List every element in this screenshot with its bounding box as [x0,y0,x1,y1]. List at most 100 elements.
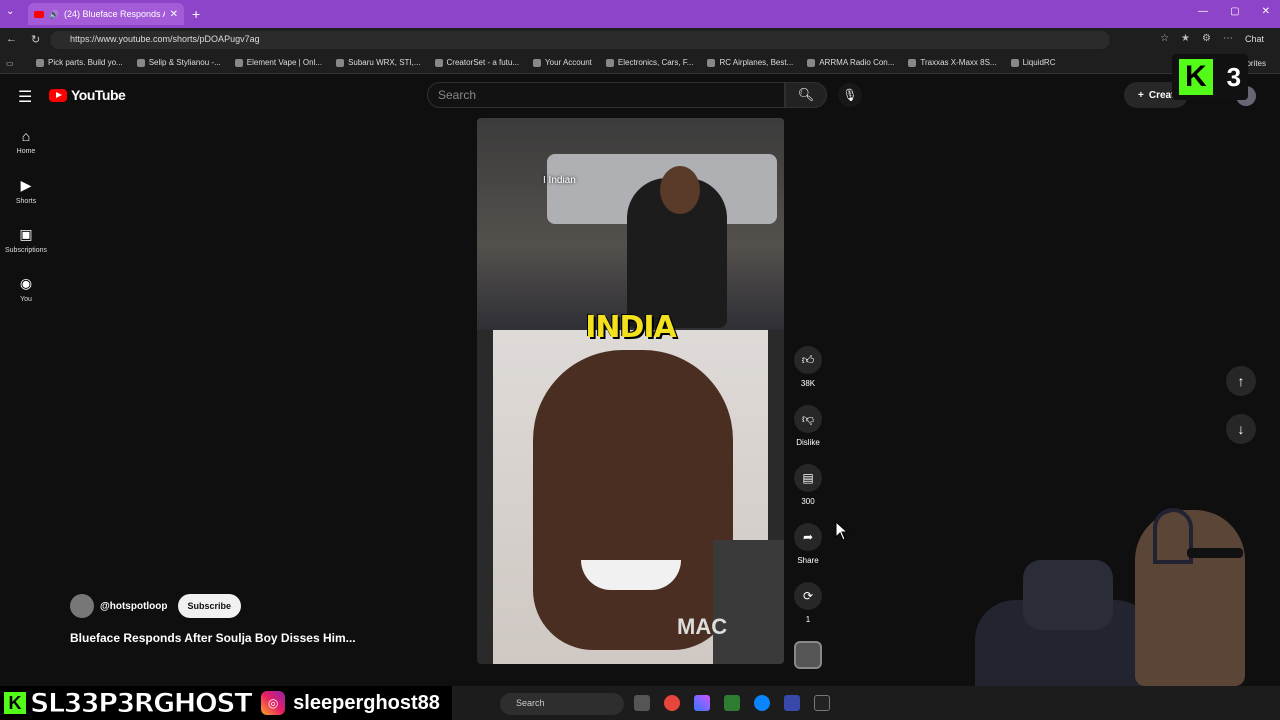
sidebar-item-label: You [20,296,32,303]
channel-name[interactable]: @hotspotloop [100,601,168,612]
search-input[interactable] [427,82,785,108]
bookmark-icon [434,58,443,67]
tab-close-icon[interactable]: ✕ [170,9,178,20]
bookmarks-bar: Pick parts. Build yo... Selip & Styliano… [0,52,1280,74]
instagram-handle: sleeperghost88 [293,691,440,714]
task-view-icon[interactable] [634,695,650,711]
back-icon[interactable]: ← [6,33,17,46]
remix-icon: ⟳ [802,589,814,603]
youtube-logo[interactable]: YouTube [49,87,126,103]
voice-search-button[interactable]: 🎙︎ [838,83,862,107]
window-controls: — ▢ ✕ [1198,6,1270,17]
bookmarks-sidebar-icon[interactable]: ▭ [6,59,14,68]
bookmark-label: Element Vape | Onl... [246,58,323,67]
share-button[interactable]: ➦ [794,523,822,551]
game-app-icon[interactable] [814,695,830,711]
app-icon[interactable] [784,695,800,711]
bookmark-item[interactable]: Electronics, Cars, F... [605,58,693,67]
sidebar-item-label: Subscriptions [4,247,48,254]
minimize-icon[interactable]: — [1198,6,1208,17]
bookmark-icon [707,58,716,67]
address-bar-row: ← ↻ https://www.youtube.com/shorts/pDOAP… [0,28,1280,52]
bookmark-label: CreatorSet - a futu... [446,58,520,67]
taskbar-search-label: Search [516,698,545,708]
copilot-chat-button[interactable]: Chat [1245,34,1264,44]
sound-thumbnail[interactable] [794,641,822,669]
you-icon: ◉ [19,275,33,291]
bookmark-item[interactable]: Your Account [533,58,592,67]
favorites-icon[interactable]: ★ [1181,33,1190,44]
create-label: Creat [1148,89,1175,101]
share-action: ➦ Share [792,523,824,582]
arrow-down-icon: ↓ [1237,421,1245,437]
copilot-icon[interactable] [694,695,710,711]
comment-icon: ▤ [802,471,814,485]
tab-actions-menu-icon[interactable]: ⌄ [6,6,14,17]
short-actions: 👍︎ 38K 👎︎ Dislike ▤ 300 ➦ Share ⟳ 1 [792,346,824,700]
video-person-head [660,166,700,214]
tab-audio-icon[interactable]: 🔊 [49,10,59,19]
like-button[interactable]: 👍︎ [794,346,822,374]
video-caption: I Indian [543,175,576,186]
comments-button[interactable]: ▤ [794,464,822,492]
store-icon[interactable] [724,695,740,711]
other-favorites-label[interactable]: orites [1246,59,1266,68]
bookmark-label: Your Account [545,58,592,67]
edge-icon[interactable] [754,695,770,711]
bookmark-item[interactable]: Element Vape | Onl... [234,58,323,67]
maximize-icon[interactable]: ▢ [1230,6,1239,17]
favorite-star-icon[interactable]: ☆ [1160,33,1169,44]
microphone-icon: 🎙︎ [842,88,858,102]
extensions-icon[interactable]: ⚙ [1202,33,1211,44]
bookmark-item[interactable]: Subaru WRX, STI,... [336,58,421,67]
sidebar-item-home[interactable]: ⌂ Home [0,116,52,165]
bookmark-item[interactable]: LiquidRC [1010,58,1055,67]
url-field[interactable]: https://www.youtube.com/shorts/pDOAPugv7… [50,31,1110,49]
home-icon: ⌂ [21,128,31,144]
bookmark-item[interactable]: ARRMA Radio Con... [807,58,894,67]
chrome-icon[interactable] [664,695,680,711]
channel-row: @hotspotloop Subscribe [70,594,242,618]
previous-short-button[interactable]: ↑ [1226,366,1256,396]
channel-avatar[interactable] [70,594,94,618]
bookmark-icon [807,58,816,67]
bookmark-item[interactable]: RC Airplanes, Best... [707,58,793,67]
bookmark-item[interactable]: Traxxas X-Maxx 8S... [908,58,997,67]
search-button[interactable]: 🔍︎ [785,82,827,108]
tab-title: (24) Blueface Responds After [63,9,165,19]
kick-logo-icon: K [4,692,26,714]
youtube-favicon-icon [34,10,44,18]
taskbar-apps [634,695,830,711]
short-video-player[interactable]: I Indian MAC INDIA [477,118,784,664]
remix-button[interactable]: ⟳ [794,582,822,610]
refresh-icon[interactable]: ↻ [31,33,40,46]
youtube-header: ☰ YouTube 🔍︎ 🎙︎ + Creat [0,74,1280,116]
sidebar-item-subscriptions[interactable]: ▣ Subscriptions [0,214,52,263]
sidebar-item-you[interactable]: ◉ You [0,263,52,312]
subscribe-button[interactable]: Subscribe [177,594,242,618]
dislike-button[interactable]: 👎︎ [794,405,822,433]
like-action: 👍︎ 38K [792,346,824,405]
video-face [533,350,733,650]
share-icon: ➦ [802,530,814,544]
comment-count: 300 [801,497,815,506]
dislike-action: 👎︎ Dislike [792,405,824,464]
bookmark-item[interactable]: Pick parts. Build yo... [36,58,123,67]
close-window-icon[interactable]: ✕ [1262,6,1270,17]
remix-action: ⟳ 1 [792,582,824,641]
sidebar-item-label: Home [16,148,36,155]
taskbar-search[interactable]: Search [500,693,624,715]
streamer-webcam [975,500,1280,686]
bookmark-icon [136,58,145,67]
browser-tab-active[interactable]: 🔊 (24) Blueface Responds After ✕ [28,3,184,25]
more-options-icon[interactable]: ⋯ [1223,33,1233,44]
webcam-glasses [1187,548,1243,558]
sidebar-item-shorts[interactable]: ▶ Shorts [0,165,52,214]
bookmark-icon [36,58,44,67]
bookmark-item[interactable]: CreatorSet - a futu... [434,58,520,67]
bookmark-item[interactable]: Selip & Stylianou -... [136,58,221,67]
new-tab-icon[interactable]: + [192,6,200,22]
next-short-button[interactable]: ↓ [1226,414,1256,444]
short-title[interactable]: Blueface Responds After Soulja Boy Disse… [70,631,356,645]
menu-icon[interactable]: ☰ [18,87,32,107]
